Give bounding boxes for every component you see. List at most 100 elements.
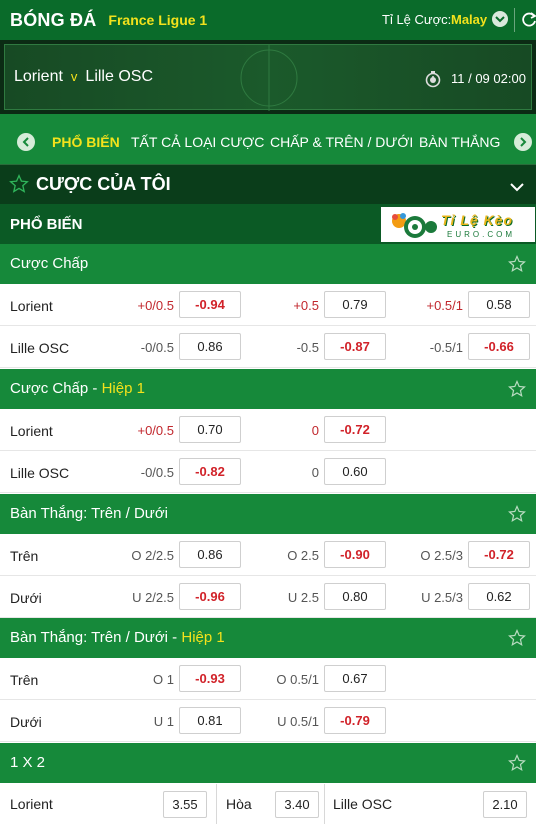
odds-row: Lorient +0/0.5 0.70 0 -0.72 xyxy=(0,410,536,451)
tab-handicap-over-under[interactable]: CHẤP & TRÊN / DƯỚI xyxy=(270,134,413,150)
selection-name: Lorient xyxy=(10,298,53,314)
section-header-over-under[interactable]: Bàn Thắng: Trên / Dưới xyxy=(0,494,536,534)
handicap-line: O 2/2.5 xyxy=(131,548,174,563)
odds-button[interactable]: -0.90 xyxy=(324,541,386,568)
odds-type-value[interactable]: Malay xyxy=(451,12,487,27)
handicap-line: O 2.5 xyxy=(287,548,319,563)
match-banner: Lorient v Lille OSC 11 / 09 02:00 xyxy=(0,40,536,114)
handicap-line: -0.5/1 xyxy=(429,340,463,355)
section-title: Bàn Thắng: Trên / Dưới - Hiệp 1 xyxy=(10,629,225,646)
home-label: Lorient xyxy=(10,796,53,812)
odds-button[interactable]: 0.86 xyxy=(179,541,241,568)
handicap-line: -0/0.5 xyxy=(140,340,174,355)
home-odds-button[interactable]: 3.55 xyxy=(163,791,207,818)
odds-button[interactable]: -0.87 xyxy=(324,333,386,360)
tab-all-bets[interactable]: TẤT CẢ LOẠI CƯỢC xyxy=(131,134,264,150)
match-teams: Lorient v Lille OSC xyxy=(14,68,153,86)
tab-popular[interactable]: PHỔ BIẾN xyxy=(52,134,120,150)
popular-label: PHỔ BIẾN xyxy=(10,216,83,233)
odds-button[interactable]: 0.62 xyxy=(468,583,530,610)
odds-button[interactable]: 0.58 xyxy=(468,291,530,318)
odds-type-label: Tỉ Lệ Cược: xyxy=(382,12,452,27)
handicap-line: +0.5/1 xyxy=(426,298,463,313)
handicap-line: U 2/2.5 xyxy=(132,590,174,605)
odds-button[interactable]: 0.70 xyxy=(179,416,241,443)
handicap-line: +0.5 xyxy=(293,298,319,313)
section-header-handicap[interactable]: Cược Chấp xyxy=(0,244,536,284)
kickoff-time: 11 / 09 02:00 xyxy=(451,71,526,86)
logo-brand: Tỉ Lệ Kèo xyxy=(441,212,514,228)
section-header-1x2[interactable]: 1 X 2 xyxy=(0,743,536,783)
my-bets-bar[interactable]: CƯỢC CỦA TÔI xyxy=(0,164,536,204)
away-team: Lille OSC xyxy=(85,68,153,85)
top-bar: BÓNG ĐÁ France Ligue 1 Tỉ Lệ Cược: Malay xyxy=(0,0,536,40)
odds-row: Trên O 2/2.5 0.86 O 2.5 -0.90 O 2.5/3 -0.72 xyxy=(0,535,536,576)
handicap-line: O 2.5/3 xyxy=(420,548,463,563)
away-label: Lille OSC xyxy=(333,796,393,812)
handicap-line: U 2.5 xyxy=(287,590,319,605)
stopwatch-icon xyxy=(425,70,441,91)
selection-name: Lille OSC xyxy=(10,340,70,356)
refresh-icon[interactable] xyxy=(521,10,536,33)
section-header-handicap-first-half[interactable]: Cược Chấp - Hiệp 1 xyxy=(0,369,536,409)
odds-row: Lorient +0/0.5 -0.94 +0.5 0.79 +0.5/1 0.58 xyxy=(0,285,536,326)
odds-button[interactable]: -0.72 xyxy=(468,541,530,568)
odds-button[interactable]: -0.96 xyxy=(179,583,241,610)
star-icon[interactable] xyxy=(508,629,526,650)
odds-button[interactable]: -0.66 xyxy=(468,333,530,360)
handicap-line: U 0.5/1 xyxy=(277,714,319,729)
market-tabs: PHỔ BIẾN TẤT CẢ LOẠI CƯỢC CHẤP & TRÊN / … xyxy=(0,114,536,164)
watermark-logo: Tỉ Lệ Kèo EURO.COM xyxy=(381,207,535,242)
odds-button[interactable]: 0.67 xyxy=(324,665,386,692)
tabs-prev-icon[interactable] xyxy=(17,133,35,151)
odds-row: Trên O 1 -0.93 O 0.5/1 0.67 xyxy=(0,659,536,700)
section-title: Cược Chấp - Hiệp 1 xyxy=(10,380,145,397)
odds-button[interactable]: 0.60 xyxy=(324,458,386,485)
odds-button[interactable]: -0.72 xyxy=(324,416,386,443)
logo-url: EURO.COM xyxy=(447,230,515,239)
handicap-line: +0/0.5 xyxy=(137,423,174,438)
my-bets-label: CƯỢC CỦA TÔI xyxy=(36,174,171,194)
tab-goals[interactable]: BÀN THẮNG xyxy=(419,134,500,150)
draw-label: Hòa xyxy=(226,796,252,812)
odds-button[interactable]: 0.80 xyxy=(324,583,386,610)
section-header-over-under-first-half[interactable]: Bàn Thắng: Trên / Dưới - Hiệp 1 xyxy=(0,618,536,658)
selection-name: Trên xyxy=(10,672,39,688)
selection-name: Dưới xyxy=(10,590,42,606)
star-icon[interactable] xyxy=(508,380,526,401)
selection-name: Lorient xyxy=(10,423,53,439)
section-title: 1 X 2 xyxy=(10,754,46,771)
handicap-line: 0 xyxy=(311,465,319,480)
versus-label: v xyxy=(70,69,78,84)
odds-button[interactable]: -0.94 xyxy=(179,291,241,318)
selection-name: Trên xyxy=(10,548,39,564)
odds-row: Lille OSC -0/0.5 0.86 -0.5 -0.87 -0.5/1 -0.66 xyxy=(0,327,536,368)
divider xyxy=(216,784,217,824)
chevron-down-icon[interactable] xyxy=(510,179,524,195)
star-icon[interactable] xyxy=(508,754,526,775)
section-title: Cược Chấp xyxy=(10,255,89,272)
odds-type-dropdown-icon[interactable] xyxy=(492,11,508,27)
odds-button[interactable]: -0.93 xyxy=(179,665,241,692)
star-icon[interactable] xyxy=(508,255,526,276)
odds-row: Dưới U 1 0.81 U 0.5/1 -0.79 xyxy=(0,701,536,742)
league-name[interactable]: France Ligue 1 xyxy=(108,12,207,28)
odds-button[interactable]: 0.79 xyxy=(324,291,386,318)
section-title: Bàn Thắng: Trên / Dưới xyxy=(10,505,169,522)
tabs-next-icon[interactable] xyxy=(514,133,532,151)
handicap-line: +0/0.5 xyxy=(137,298,174,313)
odds-button[interactable]: 0.81 xyxy=(179,707,241,734)
handicap-line: O 0.5/1 xyxy=(276,672,319,687)
selection-name: Dưới xyxy=(10,714,42,730)
odds-button[interactable]: -0.79 xyxy=(324,707,386,734)
star-icon[interactable] xyxy=(508,505,526,526)
star-icon xyxy=(9,174,29,197)
odds-button[interactable]: 0.86 xyxy=(179,333,241,360)
odds-button[interactable]: -0.82 xyxy=(179,458,241,485)
draw-odds-button[interactable]: 3.40 xyxy=(275,791,319,818)
handicap-line: -0/0.5 xyxy=(140,465,174,480)
handicap-line: O 1 xyxy=(153,672,174,687)
sport-title: BÓNG ĐÁ xyxy=(10,9,97,30)
away-odds-button[interactable]: 2.10 xyxy=(483,791,527,818)
1x2-row: Lorient 3.55 Hòa 3.40 Lille OSC 2.10 xyxy=(0,784,536,824)
